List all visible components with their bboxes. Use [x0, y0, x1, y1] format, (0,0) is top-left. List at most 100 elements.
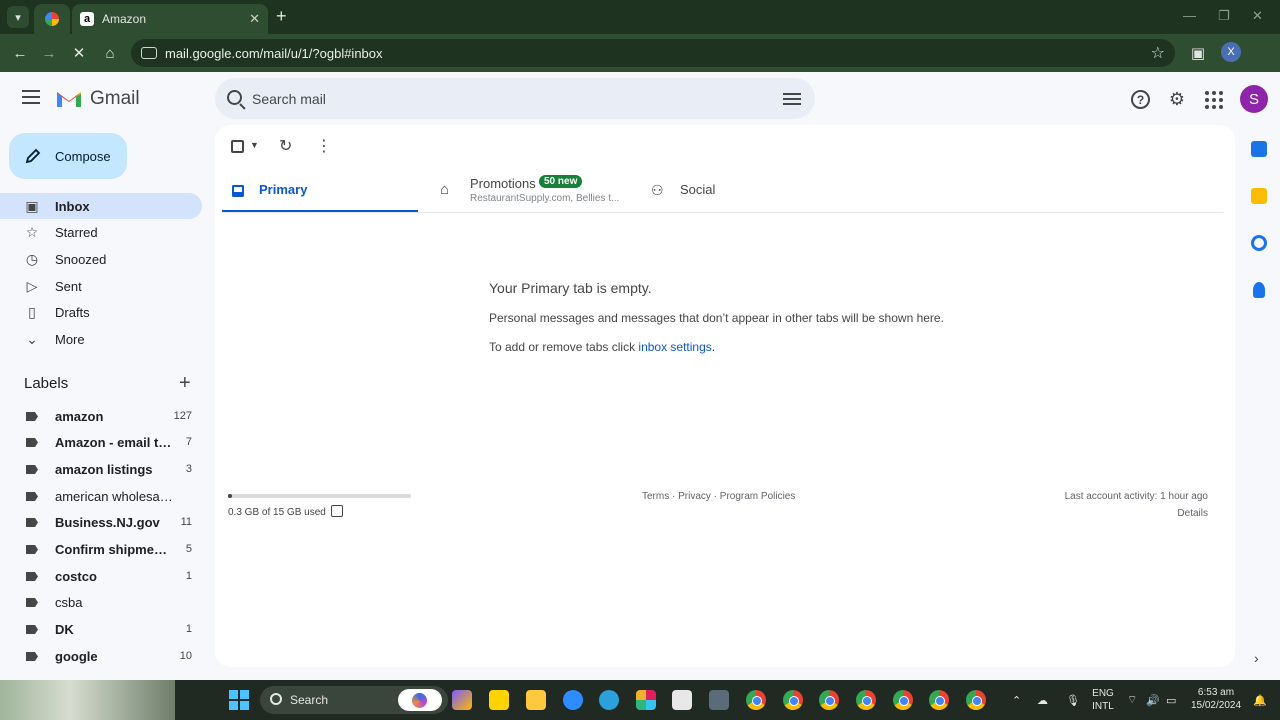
stop-loading-icon[interactable]: ✕ — [68, 42, 90, 64]
label-item[interactable]: DK 1 — [0, 616, 202, 642]
tasks-icon[interactable] — [1251, 235, 1267, 251]
home-icon[interactable]: ⌂ — [99, 42, 121, 64]
maximize-icon[interactable]: ❐ — [1218, 8, 1230, 24]
label-count: 3 — [185, 463, 192, 475]
search-options-icon[interactable] — [783, 90, 801, 106]
search-input[interactable]: Search mail — [252, 91, 326, 107]
google-apps-icon[interactable] — [1205, 91, 1223, 109]
label-item[interactable]: Confirm shipment ... 5 — [0, 536, 202, 562]
search-bar[interactable]: Search mail — [215, 78, 815, 119]
onedrive-cloud-icon[interactable]: ☁ — [1037, 680, 1048, 720]
tab-social[interactable]: ⚇ Social — [651, 170, 847, 213]
account-avatar[interactable]: S — [1240, 85, 1268, 113]
main-menu-icon[interactable] — [22, 90, 40, 104]
browser-tab-extension[interactable] — [34, 4, 70, 34]
calendar-icon[interactable] — [1251, 141, 1267, 157]
bookmark-star-icon[interactable]: ☆ — [1151, 43, 1165, 63]
label-item[interactable]: Business.NJ.gov 11 — [0, 509, 202, 535]
label-name: Amazon - email to ... — [55, 434, 173, 450]
manage-storage-icon[interactable] — [331, 505, 343, 517]
chrome-icon[interactable] — [783, 690, 803, 710]
tab-promotions[interactable]: ⌂ Promotions 50 new RestaurantSupply.com… — [440, 170, 636, 213]
nav-item-inbox[interactable]: ▣ Inbox — [0, 193, 202, 219]
activity-details-link[interactable]: Details — [1177, 508, 1208, 519]
select-dropdown-icon[interactable]: ▼ — [250, 140, 259, 150]
calculator-icon[interactable] — [709, 690, 729, 710]
volume-icon[interactable]: 🔊 — [1146, 680, 1160, 720]
snipping-tool-icon[interactable] — [672, 690, 692, 710]
telegram-icon[interactable] — [599, 690, 619, 710]
back-icon[interactable]: ← — [9, 42, 31, 64]
settings-gear-icon[interactable]: ⚙ — [1166, 88, 1188, 110]
sticky-notes-icon[interactable] — [489, 690, 509, 710]
file-explorer-icon[interactable] — [526, 690, 546, 710]
label-item[interactable]: amazon 127 — [0, 403, 202, 429]
help-icon[interactable]: ? — [1131, 90, 1150, 109]
settings-hint-prefix: To add or remove tabs click — [489, 340, 639, 354]
battery-icon[interactable]: ▭ — [1166, 680, 1176, 720]
label-item[interactable]: american wholesaler — [0, 483, 202, 509]
nav-item-snoozed[interactable]: ◷ Snoozed — [0, 246, 202, 272]
label-item[interactable]: csba — [0, 589, 202, 615]
chrome-icon[interactable] — [929, 690, 949, 710]
site-info-icon[interactable] — [141, 47, 157, 59]
nav-item-more[interactable]: ⌄ More — [0, 326, 202, 352]
desktop-preview-thumbnail[interactable] — [0, 680, 175, 720]
show-side-panel-icon[interactable]: › — [1254, 650, 1259, 666]
taskbar-clock[interactable]: 6:53 am 15/02/2024 — [1190, 686, 1242, 712]
new-tab-button[interactable]: + — [276, 6, 287, 27]
notifications-bell-icon[interactable]: 🔔 — [1253, 680, 1267, 720]
browser-profile-avatar[interactable]: X — [1221, 42, 1241, 62]
footer-links[interactable]: Terms · Privacy · Program Policies — [642, 491, 795, 502]
wifi-icon[interactable]: ⌔ — [1127, 680, 1137, 720]
tab-close-icon[interactable]: ✕ — [249, 11, 260, 27]
nav-item-label: Inbox — [55, 198, 90, 214]
close-window-icon[interactable]: ✕ — [1252, 8, 1263, 24]
chrome-icon[interactable] — [746, 690, 766, 710]
nav-item-sent[interactable]: ▷ Sent — [0, 273, 202, 299]
gmail-logo-text[interactable]: Gmail — [90, 88, 140, 110]
chrome-icon[interactable] — [966, 690, 986, 710]
copilot-icon[interactable] — [398, 689, 442, 711]
microphone-icon[interactable]: 🎙 — [1066, 680, 1080, 720]
browser-tab-amazon[interactable]: a Amazon ✕ — [72, 4, 268, 34]
label-item[interactable]: Amazon - email to ... 7 — [0, 429, 202, 455]
slack-icon[interactable] — [636, 690, 656, 710]
gmail-logo-icon[interactable] — [55, 88, 83, 109]
compose-button[interactable]: Compose — [9, 133, 127, 179]
tab-search-button[interactable]: ▾ — [7, 6, 29, 28]
nav-item-drafts[interactable]: ▯ Drafts — [0, 299, 202, 325]
forward-icon[interactable]: → — [38, 42, 60, 64]
keep-icon[interactable] — [1251, 188, 1267, 204]
nav-item-label: Drafts — [55, 304, 90, 320]
label-item[interactable]: costco 1 — [0, 563, 202, 589]
sidebar-icon[interactable]: ▣ — [1187, 42, 1209, 64]
language-indicator[interactable]: ENG INTL — [1089, 687, 1117, 713]
zoom-icon[interactable] — [563, 690, 583, 710]
taskbar-search[interactable]: Search — [260, 686, 448, 714]
label-tag-icon — [26, 438, 38, 447]
label-item[interactable]: amazon listings 3 — [0, 456, 202, 482]
select-all-checkbox[interactable] — [231, 140, 244, 153]
show-hidden-icons-icon[interactable]: ⌃ — [1012, 680, 1021, 720]
inbox-settings-link[interactable]: inbox settings — [638, 340, 711, 354]
search-icon[interactable] — [227, 90, 242, 105]
chrome-icon[interactable] — [893, 690, 913, 710]
tab-primary[interactable]: Primary — [222, 170, 418, 213]
nav-item-starred[interactable]: ☆ Starred — [0, 219, 202, 245]
colorful-app-icon[interactable] — [452, 690, 472, 710]
url-text[interactable]: mail.google.com/mail/u/1/?ogbl#inbox — [165, 46, 383, 61]
nav-item-label: Starred — [55, 224, 98, 240]
refresh-icon[interactable]: ↻ — [279, 136, 292, 156]
windows-start-icon[interactable] — [229, 690, 249, 710]
chrome-icon[interactable] — [856, 690, 876, 710]
address-bar[interactable]: mail.google.com/mail/u/1/?ogbl#inbox ☆ — [131, 39, 1175, 67]
minimize-icon[interactable]: — — [1183, 8, 1196, 23]
create-label-icon[interactable]: + — [179, 372, 191, 395]
chrome-icon[interactable] — [819, 690, 839, 710]
send-icon: ▷ — [26, 277, 38, 294]
label-item[interactable]: google 10 — [0, 643, 202, 669]
contacts-icon[interactable] — [1253, 282, 1265, 298]
label-tag-icon — [26, 412, 38, 421]
more-options-icon[interactable]: ⋮ — [316, 136, 332, 156]
